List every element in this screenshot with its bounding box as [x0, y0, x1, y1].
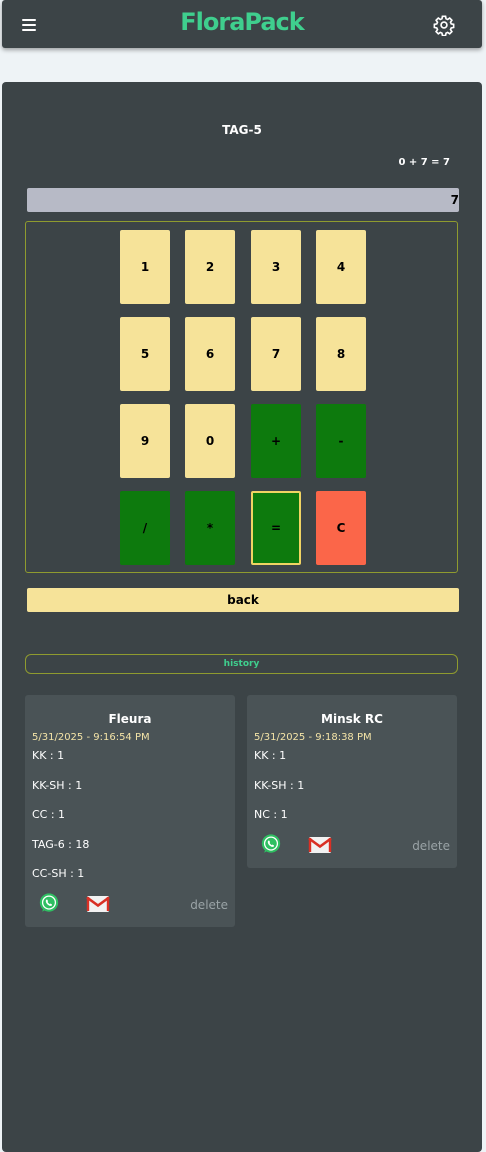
card-line: NC : 1 [254, 808, 288, 821]
key-3[interactable]: 3 [251, 230, 301, 304]
card-title: Fleura [108, 712, 152, 726]
card-line: KK-SH : 1 [254, 779, 305, 792]
tag-title: TAG-5 [222, 123, 262, 137]
main-panel: TAG-5 0 + 7 = 7 7 1 2 3 4 5 6 7 8 9 0 + … [2, 82, 482, 1152]
key-multiply[interactable]: * [185, 491, 235, 565]
gmail-icon [308, 837, 332, 853]
card-datetime: 5/31/2025 - 9:18:38 PM [254, 732, 372, 743]
back-button[interactable]: back [27, 588, 459, 612]
key-equals[interactable]: = [251, 491, 301, 565]
key-0[interactable]: 0 [185, 404, 235, 478]
card-line: TAG-6 : 18 [32, 838, 90, 851]
key-6[interactable]: 6 [185, 317, 235, 391]
whatsapp-icon [261, 834, 281, 853]
key-1[interactable]: 1 [120, 230, 170, 304]
whatsapp-share-button[interactable] [38, 892, 60, 914]
card-line: KK-SH : 1 [32, 779, 83, 792]
card-line: CC-SH : 1 [32, 867, 85, 880]
app-bar: FloraPack [2, 0, 482, 48]
key-5[interactable]: 5 [120, 317, 170, 391]
calculator-display: 7 [27, 188, 459, 212]
email-share-button[interactable] [86, 894, 110, 914]
key-8[interactable]: 8 [316, 317, 366, 391]
gear-icon [433, 15, 455, 37]
key-clear[interactable]: C [316, 491, 366, 565]
key-minus[interactable]: - [316, 404, 366, 478]
history-card: Minsk RC 5/31/2025 - 9:18:38 PM KK : 1 K… [247, 695, 457, 868]
whatsapp-icon [39, 893, 59, 912]
key-plus[interactable]: + [251, 404, 301, 478]
app-logo: FloraPack [180, 8, 304, 36]
history-button[interactable]: history [25, 654, 458, 674]
delete-link[interactable]: delete [190, 898, 228, 912]
keypad: 1 2 3 4 5 6 7 8 9 0 + - / * = C [25, 221, 458, 573]
card-datetime: 5/31/2025 - 9:16:54 PM [32, 732, 150, 743]
gmail-icon [86, 896, 110, 912]
key-9[interactable]: 9 [120, 404, 170, 478]
card-line: KK : 1 [32, 749, 65, 762]
card-title: Minsk RC [321, 712, 383, 726]
card-line: CC : 1 [32, 808, 66, 821]
email-share-button[interactable] [308, 835, 332, 855]
settings-button[interactable] [433, 14, 455, 37]
key-divide[interactable]: / [120, 491, 170, 565]
key-7[interactable]: 7 [251, 317, 301, 391]
card-line: KK : 1 [254, 749, 287, 762]
key-4[interactable]: 4 [316, 230, 366, 304]
history-card: Fleura 5/31/2025 - 9:16:54 PM KK : 1 KK-… [25, 695, 235, 927]
calculation-expression: 0 + 7 = 7 [398, 157, 450, 168]
whatsapp-share-button[interactable] [260, 833, 282, 855]
delete-link[interactable]: delete [412, 839, 450, 853]
key-2[interactable]: 2 [185, 230, 235, 304]
